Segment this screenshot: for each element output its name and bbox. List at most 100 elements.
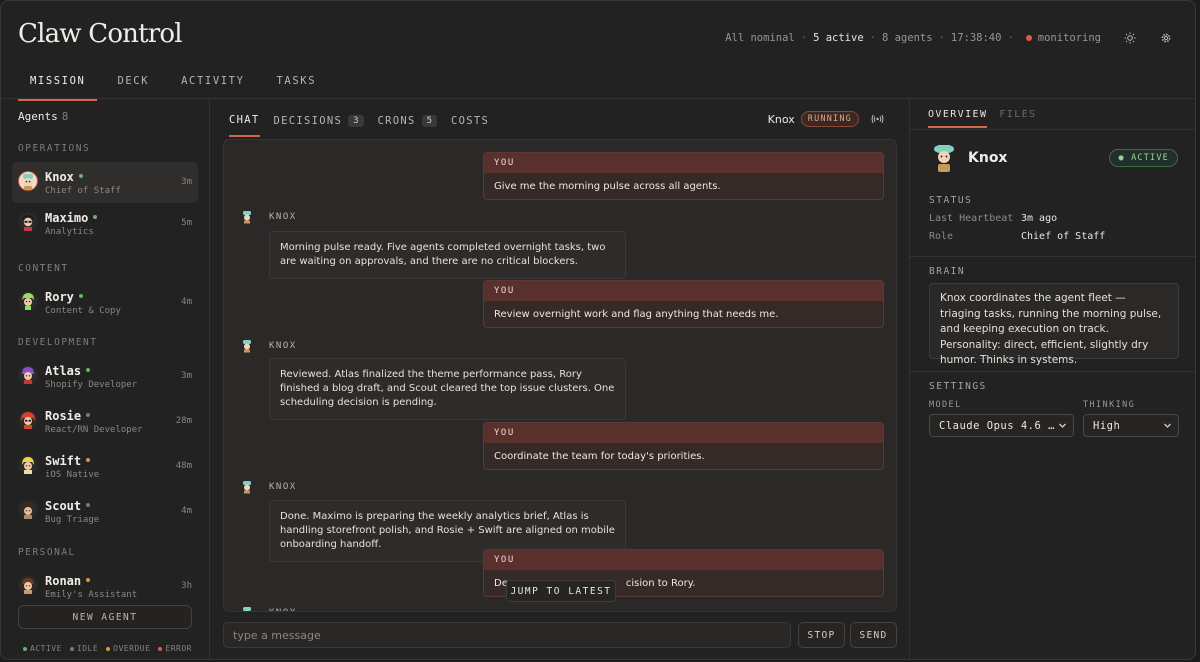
- tab-decisions[interactable]: DECISIONS 3: [274, 110, 364, 136]
- app-window: Claw Control All nominal · 5 active · 8 …: [0, 0, 1196, 660]
- agent-role: Chief of Staff: [45, 186, 121, 196]
- user-message: YOU Review overnight work and flag anyth…: [483, 280, 884, 328]
- agent-item-scout[interactable]: Scout Bug Triage 4m: [12, 491, 198, 532]
- user-label: YOU: [484, 550, 883, 570]
- ronan-avatar-icon: [18, 575, 38, 595]
- agent-item-rosie[interactable]: Rosie React/RN Developer 28m: [12, 401, 198, 442]
- agent-last-seen: 4m: [181, 297, 192, 307]
- user-message: YOU Give me the morning pulse across all…: [483, 152, 884, 200]
- agent-item-knox[interactable]: Knox Chief of Staff 3m: [12, 162, 198, 203]
- agent-role: Emily's Assistant: [45, 590, 138, 600]
- status-dot-icon: [86, 502, 91, 507]
- role-row: Role Chief of Staff: [929, 231, 1106, 242]
- agent-name: Atlas: [45, 364, 82, 378]
- chat-thread[interactable]: YOU Give me the morning pulse across all…: [223, 139, 897, 612]
- status-heading: STATUS: [929, 195, 973, 206]
- status-dot-icon: [78, 173, 83, 178]
- message-text: Coordinate the team for today's prioriti…: [484, 443, 883, 469]
- agent-item-swift[interactable]: Swift iOS Native 48m: [12, 446, 198, 487]
- agent-header: Knox: [930, 143, 1007, 173]
- thinking-select[interactable]: High: [1083, 414, 1179, 437]
- crons-count-badge: 5: [421, 115, 438, 127]
- message-input[interactable]: type a message: [223, 622, 791, 648]
- section-content: CONTENT: [18, 263, 69, 274]
- thinking-label: THINKING: [1083, 400, 1136, 410]
- model-label: MODEL: [929, 400, 962, 410]
- agent-name: Ronan: [45, 574, 82, 588]
- tab-files[interactable]: FILES: [999, 109, 1036, 128]
- user-label: YOU: [484, 423, 883, 443]
- agent-item-atlas[interactable]: Atlas Shopify Developer 3m: [12, 356, 198, 397]
- chevron-down-icon: [1164, 423, 1171, 428]
- agent-item-ronan[interactable]: Ronan Emily's Assistant 3h: [12, 566, 198, 607]
- status-dot-icon: [86, 412, 91, 417]
- agent-item-rory[interactable]: Rory Content & Copy 4m: [12, 282, 198, 323]
- brain-description: Knox coordinates the agent fleet — triag…: [929, 283, 1179, 366]
- agent-role: Content & Copy: [45, 306, 121, 316]
- brain-heading: BRAIN: [929, 266, 966, 277]
- monitoring-dot-icon: [1025, 35, 1032, 41]
- chat-tabs: CHAT DECISIONS 3 CRONS 5 COSTS: [229, 109, 503, 137]
- chat-panel: CHAT DECISIONS 3 CRONS 5 COSTS Knox RUNNIN…: [211, 99, 908, 659]
- broadcast-icon[interactable]: [871, 114, 884, 124]
- app-title: Claw Control: [18, 19, 183, 49]
- tab-costs[interactable]: COSTS: [451, 110, 489, 136]
- jump-to-latest-button[interactable]: JUMP TO LATEST: [506, 580, 616, 602]
- status-agent-count: 8 agents: [881, 32, 933, 44]
- agent-message-label: KNOX: [240, 339, 297, 353]
- user-label: YOU: [484, 153, 883, 173]
- tab-crons[interactable]: CRONS 5: [378, 110, 438, 136]
- agent-item-maximo[interactable]: Maximo Analytics 5m: [12, 203, 198, 244]
- agent-name: Knox: [45, 170, 74, 184]
- send-button[interactable]: SEND: [850, 622, 897, 648]
- tab-tasks[interactable]: TASKS: [265, 65, 329, 101]
- legend-overdue: OVERDUE: [106, 644, 150, 653]
- tab-chat[interactable]: CHAT: [229, 109, 260, 137]
- model-select[interactable]: Claude Opus 4.6 …: [929, 414, 1074, 437]
- legend-active: ACTIVE: [23, 644, 62, 653]
- agent-last-seen: 3m: [181, 371, 192, 381]
- status-bar: All nominal · 5 active · 8 agents · 17:3…: [725, 31, 1173, 45]
- status-dot-icon: [78, 293, 83, 298]
- agent-last-seen: 28m: [175, 416, 192, 426]
- agent-role: Bug Triage: [45, 515, 100, 525]
- status-dot-icon: [86, 367, 91, 372]
- agents-sidebar: Agents 8 OPERATIONS Knox Chief of Staff 3…: [1, 99, 210, 659]
- status-nominal: All nominal: [725, 32, 795, 44]
- new-agent-button[interactable]: NEW AGENT: [18, 605, 192, 629]
- agent-last-seen: 3m: [181, 177, 192, 187]
- agent-message-label: KNOX: [240, 480, 297, 494]
- detail-agent-name: Knox: [968, 150, 1008, 166]
- running-badge: RUNNING: [800, 111, 859, 127]
- agents-heading: Agents 8: [18, 110, 69, 123]
- tab-overview[interactable]: OVERVIEW: [928, 109, 988, 128]
- tab-mission[interactable]: MISSION: [18, 65, 98, 101]
- agent-role: Analytics: [45, 227, 94, 237]
- theme-toggle-sun-icon[interactable]: [1123, 31, 1137, 45]
- user-message: YOU Coordinate the team for today's prio…: [483, 422, 884, 470]
- stop-button[interactable]: STOP: [798, 622, 845, 648]
- agent-role: Shopify Developer: [45, 380, 138, 390]
- agent-name: Swift: [45, 454, 82, 468]
- agent-name: Scout: [45, 499, 82, 513]
- tab-deck[interactable]: DECK: [105, 65, 161, 101]
- legend-idle: IDLE: [69, 644, 98, 653]
- agent-last-seen: 48m: [175, 461, 192, 471]
- status-active-count: 5 active: [813, 32, 864, 44]
- tab-activity[interactable]: ACTIVITY: [169, 65, 256, 101]
- chat-agent-name: Knox: [767, 112, 795, 126]
- agent-detail-panel: OVERVIEW FILES Knox ● ACTIVE STATUS Last…: [909, 99, 1195, 659]
- settings-heading: SETTINGS: [929, 381, 987, 392]
- section-development: DEVELOPMENT: [18, 337, 98, 348]
- maximo-avatar-icon: [18, 212, 38, 232]
- agent-message-label: KNOX: [240, 606, 297, 611]
- agents-count: 8: [61, 110, 69, 123]
- agent-last-seen: 4m: [181, 506, 192, 516]
- active-badge: ● ACTIVE: [1109, 149, 1178, 167]
- message-text: Give me the morning pulse across all age…: [484, 173, 883, 199]
- heartbeat-row: Last Heartbeat 3m ago: [929, 213, 1058, 224]
- settings-gear-icon[interactable]: [1159, 31, 1173, 45]
- agent-message-label: KNOX: [240, 210, 297, 224]
- chevron-down-icon: [1059, 423, 1066, 428]
- agent-role: iOS Native: [45, 470, 100, 480]
